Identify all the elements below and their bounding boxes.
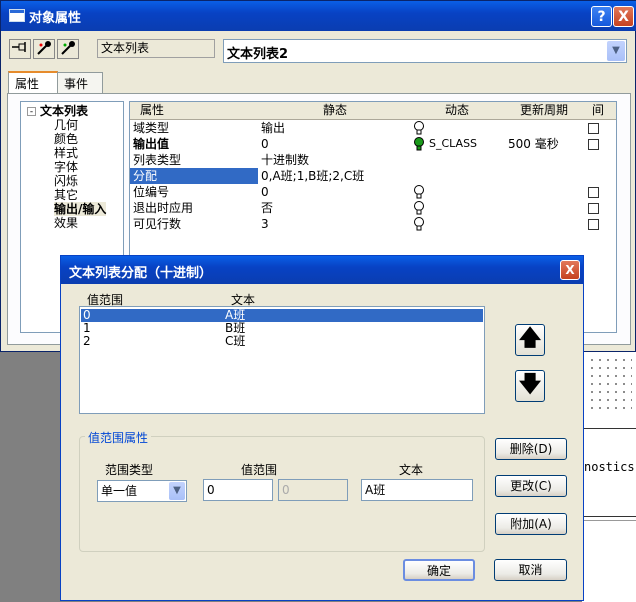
tree-item-font[interactable]: 字体 bbox=[54, 160, 78, 174]
row-indirect-checkbox[interactable] bbox=[588, 139, 599, 150]
tree-item-geometry[interactable]: 几何 bbox=[54, 118, 78, 132]
append-button[interactable]: 附加(A) bbox=[495, 513, 567, 535]
list-item-range: 2 bbox=[83, 334, 91, 348]
row-property-name: 可见行数 bbox=[133, 217, 182, 231]
bulb-icon[interactable] bbox=[413, 185, 425, 199]
row-property-name: 退出时应用 bbox=[133, 201, 194, 215]
row-indirect-checkbox[interactable] bbox=[588, 203, 599, 214]
row-static-value[interactable]: 输出 bbox=[261, 120, 285, 136]
row-property-name: 列表类型 bbox=[133, 153, 182, 167]
value-range-label: 值范围 bbox=[241, 463, 278, 477]
bulb-on-icon[interactable] bbox=[413, 137, 425, 151]
background-line bbox=[584, 520, 636, 521]
dialog-close-button[interactable]: X bbox=[560, 260, 580, 280]
value-to-input[interactable]: 0 bbox=[278, 479, 348, 501]
row-indirect-checkbox[interactable] bbox=[588, 219, 599, 230]
header-dynamic[interactable]: 动态 bbox=[445, 102, 469, 119]
ok-button[interactable]: 确定 bbox=[403, 559, 475, 581]
row-dynamic-value: S_CLASS bbox=[429, 137, 478, 150]
property-row[interactable]: 分配 0,A班;1,B班;2,C班 bbox=[130, 168, 616, 184]
list-item[interactable]: 0 A班 bbox=[81, 309, 483, 322]
background-text-fragment: nostics bbox=[584, 460, 635, 474]
range-type-value: 单一值 bbox=[101, 484, 138, 498]
pin-icon[interactable] bbox=[9, 39, 31, 59]
property-row[interactable]: 退出时应用 否 bbox=[130, 200, 616, 216]
pipette-icon[interactable] bbox=[33, 39, 55, 59]
object-selector[interactable]: 文本列表2 ▼ bbox=[223, 39, 627, 63]
text-input[interactable]: A班 bbox=[361, 479, 473, 501]
header-update-cycle[interactable]: 更新周期 bbox=[520, 102, 568, 119]
row-property-name: 位编号 bbox=[133, 185, 170, 199]
delete-button[interactable]: 删除(D) bbox=[495, 438, 567, 460]
change-button[interactable]: 更改(C) bbox=[495, 475, 567, 497]
header-indirect[interactable]: 间 bbox=[592, 102, 604, 119]
window-title: 对象属性 bbox=[29, 11, 82, 26]
bulb-icon[interactable] bbox=[413, 121, 425, 135]
row-static-value[interactable]: 否 bbox=[261, 200, 273, 216]
cancel-button[interactable]: 取消 bbox=[494, 559, 567, 581]
title-bar: 对象属性 ? X bbox=[1, 1, 636, 31]
row-update-cycle: 500 毫秒 bbox=[508, 137, 559, 151]
group-label: 值范围属性 bbox=[85, 429, 152, 446]
row-static-value[interactable]: 0 bbox=[261, 136, 269, 152]
tree-item-io[interactable]: 输出/输入 bbox=[54, 202, 107, 216]
tree-item-style[interactable]: 样式 bbox=[54, 146, 78, 160]
chevron-down-icon[interactable]: ▼ bbox=[607, 41, 625, 61]
tree-item-color[interactable]: 颜色 bbox=[54, 132, 78, 146]
row-static-value[interactable]: 3 bbox=[261, 216, 269, 232]
range-type-select[interactable]: 单一值 ▼ bbox=[97, 480, 187, 502]
property-row[interactable]: 可见行数 3 bbox=[130, 216, 616, 232]
header-property[interactable]: 属性 bbox=[140, 102, 164, 119]
range-type-label: 范围类型 bbox=[105, 463, 154, 477]
tree-item-flash[interactable]: 闪烁 bbox=[54, 174, 78, 188]
close-button[interactable]: X bbox=[613, 6, 634, 27]
dialog-title-bar: 文本列表分配（十进制） X bbox=[61, 256, 583, 284]
row-indirect-checkbox[interactable] bbox=[588, 187, 599, 198]
dialog-title: 文本列表分配（十进制） bbox=[69, 266, 213, 281]
list-item-text: C班 bbox=[225, 334, 246, 348]
row-static-value[interactable]: 十进制数 bbox=[261, 152, 309, 168]
property-row[interactable]: 列表类型 十进制数 bbox=[130, 152, 616, 168]
property-row[interactable]: 输出值 0 S_CLASS 500 毫秒 bbox=[130, 136, 616, 152]
tab-properties[interactable]: 属性 bbox=[8, 71, 58, 94]
list-item[interactable]: 1 B班 bbox=[81, 322, 483, 335]
move-up-arrow-icon[interactable]: 🡅 bbox=[515, 324, 545, 356]
help-button[interactable]: ? bbox=[591, 6, 612, 27]
bulb-icon[interactable] bbox=[413, 217, 425, 231]
tree-root[interactable]: 文本列表 bbox=[40, 104, 88, 118]
property-row[interactable]: 域类型 输出 bbox=[130, 120, 616, 136]
tree-item-effect[interactable]: 效果 bbox=[54, 216, 78, 230]
assignment-list[interactable]: 0 A班 1 B班 2 C班 bbox=[79, 306, 485, 414]
background-line bbox=[584, 428, 636, 429]
text-label: 文本 bbox=[399, 463, 424, 477]
row-static-value[interactable]: 0 bbox=[261, 184, 269, 200]
row-property-name: 域类型 bbox=[133, 121, 170, 135]
move-down-arrow-icon[interactable]: 🡇 bbox=[515, 370, 545, 402]
pipette-format-icon[interactable] bbox=[57, 39, 79, 59]
list-item[interactable]: 2 C班 bbox=[81, 335, 483, 348]
text-list-assignment-dialog: 文本列表分配（十进制） X 值范围 文本 0 A班 1 B班 2 C班 🡅 🡇 … bbox=[60, 255, 584, 601]
object-type-label: 文本列表 bbox=[97, 39, 215, 58]
background-line bbox=[584, 516, 636, 517]
tab-events[interactable]: 事件 bbox=[57, 72, 103, 93]
tree-item-other[interactable]: 其它 bbox=[54, 188, 78, 202]
grid-header: 属性 静态 动态 更新周期 间 bbox=[130, 102, 616, 120]
header-static[interactable]: 静态 bbox=[323, 102, 347, 119]
property-row[interactable]: 位编号 0 bbox=[130, 184, 616, 200]
value-from-input[interactable]: 0 bbox=[203, 479, 273, 501]
window-icon bbox=[9, 9, 25, 22]
chevron-down-icon[interactable]: ▼ bbox=[169, 482, 185, 500]
row-static-value[interactable]: 0,A班;1,B班;2,C班 bbox=[261, 168, 364, 184]
object-name: 文本列表2 bbox=[227, 47, 289, 62]
row-indirect-checkbox[interactable] bbox=[588, 123, 599, 134]
bulb-icon[interactable] bbox=[413, 201, 425, 215]
tree-collapse-icon[interactable]: - bbox=[27, 107, 36, 117]
background-dot-grid bbox=[588, 356, 632, 412]
row-property-name: 输出值 bbox=[133, 137, 170, 151]
row-property-name: 分配 bbox=[130, 168, 258, 184]
